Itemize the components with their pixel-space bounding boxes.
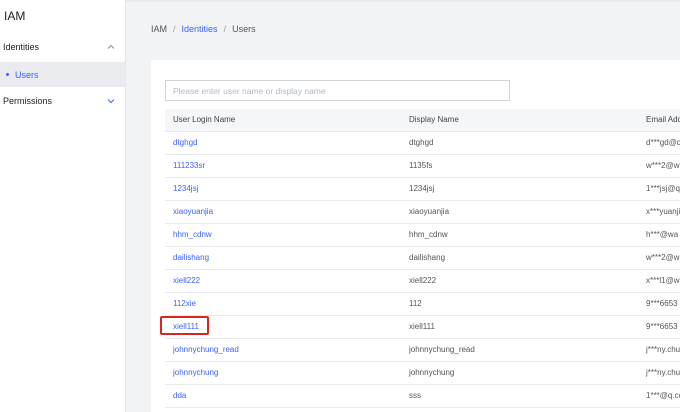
table-row: 1234jsj 1234jsj 1***jsj@q xyxy=(165,177,680,201)
user-login-cell: 112xie xyxy=(165,292,401,316)
user-login-link[interactable]: dtghgd xyxy=(173,138,197,147)
table-row: dda sss 1***@q.co xyxy=(165,384,680,408)
search-input[interactable] xyxy=(165,80,510,101)
column-header-display: Display Name xyxy=(401,109,638,132)
table-row: johnnychung johnnychung j***ny.chu xyxy=(165,361,680,385)
user-login-cell: johnnychung xyxy=(165,361,401,385)
display-name-cell: dtghgd xyxy=(401,131,638,155)
column-header-email: Email Add xyxy=(638,109,680,132)
email-cell: 9***6653 xyxy=(638,315,680,339)
user-login-cell: xiaoyuanjia xyxy=(165,200,401,224)
display-name-cell: johnnychung_read xyxy=(401,338,638,362)
breadcrumb: IAM / Identities / Users xyxy=(151,24,256,34)
user-login-cell: xiell222 xyxy=(165,269,401,293)
email-cell: w***2@w xyxy=(638,246,680,270)
chevron-down-icon xyxy=(106,96,116,106)
email-cell: 1***@q.co xyxy=(638,384,680,408)
breadcrumb-separator: / xyxy=(223,24,227,34)
display-name-cell: 1135fs xyxy=(401,154,638,178)
email-cell: 1***jsj@q xyxy=(638,177,680,201)
display-name-cell: xiell111 xyxy=(401,315,638,339)
user-login-link[interactable]: 111233sr xyxy=(173,161,205,170)
sidebar-item-label: Users xyxy=(15,69,39,80)
table-row: 111233sr 1135fs w***2@w xyxy=(165,154,680,178)
display-name-cell: johnnychung xyxy=(401,361,638,385)
sidebar-group-identities[interactable]: Identities xyxy=(0,34,126,60)
sidebar-group-label: Identities xyxy=(3,42,40,52)
display-name-cell: xiell222 xyxy=(401,269,638,293)
user-login-cell: 111233sr xyxy=(165,154,401,178)
user-login-link[interactable]: dda xyxy=(173,391,186,400)
email-cell: w***2@w xyxy=(638,154,680,178)
user-login-link[interactable]: xiell111 xyxy=(173,322,199,331)
user-login-cell: johnnychung_read xyxy=(165,338,401,362)
sidebar: IAM Identities Users Permissions xyxy=(0,0,126,412)
column-header-login: User Login Name xyxy=(165,109,401,132)
email-cell: x***yuanji xyxy=(638,200,680,224)
breadcrumb-identities[interactable]: Identities xyxy=(182,24,218,34)
user-login-cell: dtghgd xyxy=(165,131,401,155)
email-cell: h***@wa xyxy=(638,223,680,247)
user-login-cell: 1234jsj xyxy=(165,177,401,201)
user-login-link[interactable]: johnnychung_read xyxy=(173,345,239,354)
table-header-row: User Login Name Display Name Email Add xyxy=(165,109,680,132)
display-name-cell: sss xyxy=(401,384,638,408)
user-login-cell: xiell111 xyxy=(165,315,401,339)
users-panel: User Login Name Display Name Email Add d… xyxy=(151,60,680,412)
display-name-cell: 1234jsj xyxy=(401,177,638,201)
email-cell: x***l1@w xyxy=(638,269,680,293)
users-table: User Login Name Display Name Email Add d… xyxy=(165,109,680,408)
user-login-cell: dailishang xyxy=(165,246,401,270)
user-login-link[interactable]: hhm_cdnw xyxy=(173,230,212,239)
table-row: johnnychung_read johnnychung_read j***ny.c… xyxy=(165,338,680,362)
sidebar-group-label: Permissions xyxy=(3,96,53,106)
table-row: dtghgd dtghgd d***gd@q xyxy=(165,131,680,155)
display-name-cell: dailishang xyxy=(401,246,638,270)
user-login-link[interactable]: dailishang xyxy=(173,253,209,262)
chevron-up-icon xyxy=(106,42,116,52)
breadcrumb-iam[interactable]: IAM xyxy=(151,24,167,34)
user-login-link[interactable]: xiell222 xyxy=(173,276,200,285)
display-name-cell: xiaoyuanjia xyxy=(401,200,638,224)
sidebar-group-permissions[interactable]: Permissions xyxy=(0,88,126,114)
user-login-cell: hhm_cdnw xyxy=(165,223,401,247)
user-login-link[interactable]: 1234jsj xyxy=(173,184,198,193)
table-row: 112xie 112 9***6653 xyxy=(165,292,680,316)
breadcrumb-separator: / xyxy=(173,24,176,34)
breadcrumb-users: Users xyxy=(232,24,256,34)
table-row: hhm_cdnw hhm_cdnw h***@wa xyxy=(165,223,680,247)
email-cell: 9***6653 xyxy=(638,292,680,316)
email-cell: j***ny.chu xyxy=(638,361,680,385)
email-cell: d***gd@q xyxy=(638,131,680,155)
table-row: xiell222 xiell222 x***l1@w xyxy=(165,269,680,293)
active-dot-icon xyxy=(6,73,9,76)
table-row: dailishang dailishang w***2@w xyxy=(165,246,680,270)
sidebar-item-users[interactable]: Users xyxy=(0,62,126,87)
user-login-link[interactable]: 112xie xyxy=(173,299,196,308)
table-row: xiell111 xiell111 9***6653 xyxy=(165,315,680,339)
user-login-cell: dda xyxy=(165,384,401,408)
display-name-cell: hhm_cdnw xyxy=(401,223,638,247)
email-cell: j***ny.chu xyxy=(638,338,680,362)
app-title: IAM xyxy=(4,9,26,23)
user-login-link[interactable]: xiaoyuanjia xyxy=(173,207,213,216)
table-row: xiaoyuanjia xiaoyuanjia x***yuanji xyxy=(165,200,680,224)
display-name-cell: 112 xyxy=(401,292,638,316)
user-login-link[interactable]: johnnychung xyxy=(173,368,218,377)
